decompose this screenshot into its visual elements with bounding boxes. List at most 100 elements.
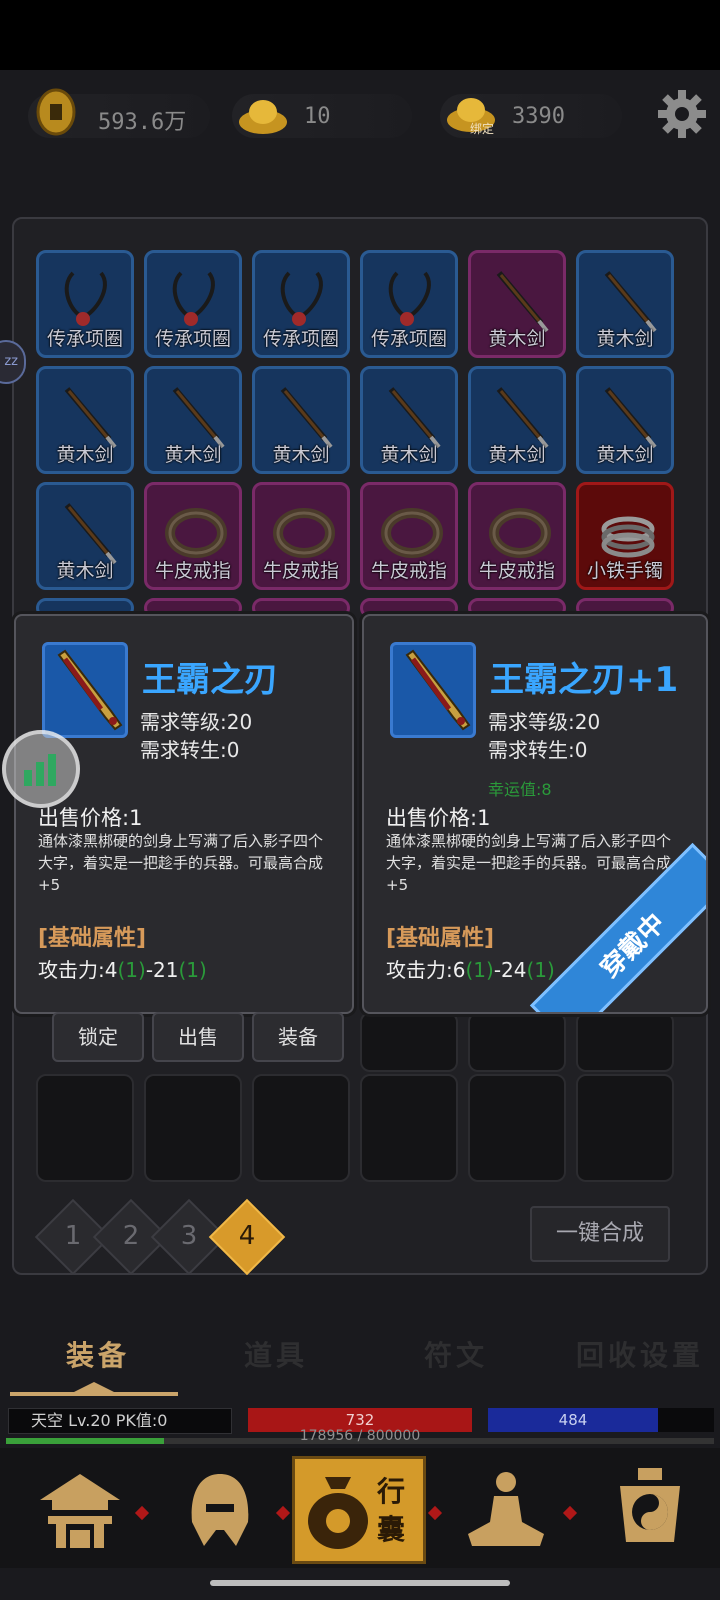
item-name: 王霸之刃+1	[490, 660, 679, 700]
tab-runes[interactable]: 符文	[424, 1334, 488, 1374]
required-level: 需求等级:20	[140, 710, 253, 734]
required-rebirth: 需求转生:0	[140, 738, 240, 762]
nav-city[interactable]	[20, 1456, 140, 1564]
empty-slot[interactable]	[360, 1012, 458, 1072]
slot-label: 传承项圈	[46, 328, 123, 350]
meditation-icon	[468, 1472, 544, 1546]
yin-yang-icon	[620, 1468, 680, 1542]
inventory-slot[interactable]: 黄木剑	[468, 250, 566, 358]
inventory-slot[interactable]: 黄木剑	[144, 366, 242, 474]
required-level: 需求等级:20	[488, 710, 601, 734]
one-click-merge-button[interactable]: 一键合成	[530, 1206, 670, 1262]
xp-text: 178956 / 800000	[299, 1428, 421, 1444]
inventory-slot[interactable]: 黄木剑	[252, 366, 350, 474]
floating-stats-button[interactable]	[2, 730, 80, 808]
sell-button[interactable]: 出售	[152, 1012, 244, 1062]
slot-label: 黄木剑	[488, 444, 546, 466]
mp-bar: 484	[488, 1408, 658, 1432]
equip-button[interactable]: 装备	[252, 1012, 344, 1062]
empty-slot[interactable]	[468, 1012, 566, 1072]
attack-bonus-min: (1)	[465, 958, 494, 982]
inventory-slot[interactable]: 黄木剑	[360, 366, 458, 474]
empty-slot[interactable]	[252, 1074, 350, 1182]
bag-icon	[308, 1477, 368, 1549]
attack-stat: 攻击力:4(1)-21(1)	[38, 954, 207, 983]
inventory-slot[interactable]: 黄木剑	[468, 366, 566, 474]
inventory-slot[interactable]: 黄木剑	[576, 366, 674, 474]
blade-icon	[57, 649, 123, 731]
sell-price: 出售价格:1	[38, 806, 143, 830]
nav-taoism[interactable]	[590, 1456, 710, 1564]
attack-bonus-min: (1)	[117, 958, 146, 982]
inventory-slot[interactable]: 黄木剑	[36, 482, 134, 590]
gear-icon[interactable]	[656, 88, 708, 140]
inventory-slot[interactable]: 传承项圈	[36, 250, 134, 358]
home-indicator[interactable]	[210, 1580, 510, 1586]
mp-bar-empty	[658, 1408, 714, 1432]
inventory-slot[interactable]: 牛皮戒指	[360, 482, 458, 590]
inventory-slot[interactable]: 牛皮戒指	[468, 482, 566, 590]
tab-items[interactable]: 道具	[244, 1334, 308, 1374]
slot-label: 黄木剑	[56, 444, 114, 466]
nav-bag[interactable]: 行囊	[292, 1456, 426, 1564]
copper-coin-icon	[36, 88, 76, 136]
empty-slot[interactable]	[468, 1074, 566, 1182]
item-thumbnail	[390, 642, 476, 738]
bound-gold-amount: 3390	[512, 104, 565, 129]
item-description: 通体漆黑梆硬的剑身上写满了后入影子四个大字，着实是一把趁手的兵器。可最高合成+5	[386, 832, 672, 894]
empty-slot[interactable]	[360, 1074, 458, 1182]
slot-label: 黄木剑	[596, 444, 654, 466]
bag-label: 行囊	[377, 1475, 406, 1546]
signal-bars-icon	[24, 754, 56, 786]
page-4-label: 4	[238, 1221, 256, 1251]
luck-value: 幸运值:8	[488, 780, 552, 799]
slot-label: 牛皮戒指	[154, 560, 231, 582]
attack-stat: 攻击力:6(1)-24(1)	[386, 954, 555, 983]
slot-label: 传承项圈	[154, 328, 231, 350]
pavilion-icon	[40, 1474, 120, 1548]
item-description: 通体漆黑梆硬的剑身上写满了后入影子四个大字，着实是一把趁手的兵器。可最高合成+5	[38, 832, 324, 894]
item-thumbnail	[42, 642, 128, 738]
slot-label: 黄木剑	[272, 444, 330, 466]
item-name: 王霸之刃	[142, 660, 278, 700]
slot-label: 黄木剑	[488, 328, 546, 350]
tab-equipment[interactable]: 装备	[66, 1334, 130, 1374]
empty-slot[interactable]	[36, 1074, 134, 1182]
nav-cultivate[interactable]	[446, 1456, 566, 1564]
nav-character[interactable]	[160, 1456, 280, 1564]
base-attr-title: [基础属性]	[386, 926, 495, 951]
slot-label: 牛皮戒指	[262, 560, 339, 582]
inventory-slot[interactable]: 传承项圈	[144, 250, 242, 358]
inventory-slot[interactable]: 小铁手镯	[576, 482, 674, 590]
empty-slot[interactable]	[576, 1074, 674, 1182]
player-info: 天空 Lv.20 PK值:0	[8, 1408, 232, 1434]
game-screen: 593.6万 10 绑定 3390 传承项圈 传承项圈 传承项圈 传承项圈 黄木剑 黄木剑…	[0, 0, 720, 1600]
attack-max: -21	[145, 958, 179, 982]
inventory-slot[interactable]: 传承项圈	[252, 250, 350, 358]
inventory-slot[interactable]: 黄木剑	[36, 366, 134, 474]
blade-icon	[405, 649, 471, 731]
bound-badge: 绑定	[470, 122, 495, 136]
slot-label: 传承项圈	[262, 328, 339, 350]
item-tooltip-worn: 王霸之刃+1 需求等级:20 需求转生:0 幸运值:8 出售价格:1 通体漆黑梆…	[362, 614, 708, 1014]
slot-label: 黄木剑	[380, 444, 438, 466]
inventory-slot[interactable]: 牛皮戒指	[252, 482, 350, 590]
slot-label: 牛皮戒指	[478, 560, 555, 582]
attack-max: -24	[493, 958, 527, 982]
active-tab-indicator	[10, 1382, 178, 1396]
status-bar	[0, 0, 720, 70]
slot-label: 传承项圈	[370, 328, 447, 350]
inventory-slot[interactable]: 牛皮戒指	[144, 482, 242, 590]
lock-button[interactable]: 锁定	[52, 1012, 144, 1062]
inventory-slot[interactable]: 传承项圈	[360, 250, 458, 358]
attack-prefix: 攻击力:4	[38, 958, 118, 982]
base-attr-title: [基础属性]	[38, 926, 147, 951]
tab-recycle-settings[interactable]: 回收设置	[576, 1334, 704, 1374]
empty-slot[interactable]	[144, 1074, 242, 1182]
slot-label: 黄木剑	[164, 444, 222, 466]
slot-label: 小铁手镯	[586, 560, 663, 582]
inventory-slot[interactable]: 黄木剑	[576, 250, 674, 358]
attack-bonus-max: (1)	[526, 958, 555, 982]
helmet-icon	[191, 1474, 249, 1546]
empty-slot[interactable]	[576, 1012, 674, 1072]
